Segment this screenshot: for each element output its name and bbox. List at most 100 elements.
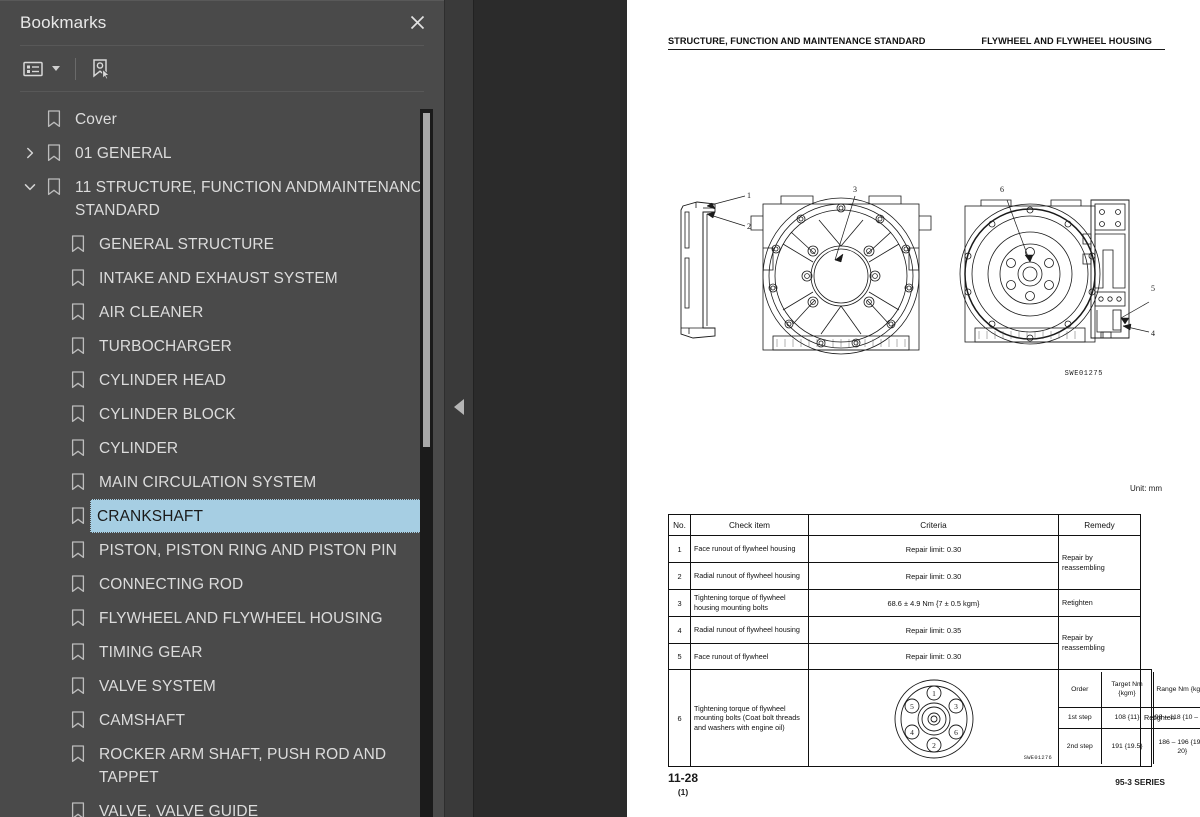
bookmark-icon bbox=[66, 499, 90, 525]
bookmark-tree[interactable]: Cover 01 GENERAL 11 STRUCTURE, FUNCTION AN… bbox=[0, 96, 444, 817]
bookmark-item-label: GENERAL STRUCTURE bbox=[99, 236, 275, 253]
bookmark-item-connecting-rod[interactable]: CONNECTING ROD bbox=[0, 567, 444, 601]
sub-col-order: Order bbox=[1059, 672, 1102, 708]
bookmark-item-label: VALVE SYSTEM bbox=[99, 678, 216, 695]
svg-text:2: 2 bbox=[747, 222, 751, 231]
svg-text:6: 6 bbox=[1000, 185, 1004, 194]
bookmark-item-valve-valve-guide[interactable]: VALVE, VALVE GUIDE bbox=[0, 794, 444, 817]
bookmark-item-label: INTAKE AND EXHAUST SYSTEM bbox=[99, 270, 338, 287]
twisty-placeholder bbox=[42, 431, 66, 442]
bookmark-icon bbox=[66, 601, 90, 627]
running-header-right: FLYWHEEL AND FLYWHEEL HOUSING bbox=[981, 36, 1152, 46]
triangle-left-icon[interactable] bbox=[454, 399, 464, 415]
twisty-placeholder bbox=[42, 363, 66, 374]
twisty-placeholder bbox=[42, 794, 66, 805]
twisty-placeholder bbox=[42, 737, 66, 748]
series-label: 95-3 SERIES bbox=[1115, 777, 1165, 787]
bookmark-icon bbox=[66, 465, 90, 491]
bookmark-icon bbox=[66, 567, 90, 593]
bookmark-item-piston-piston-ring-and-piston-pin[interactable]: PISTON, PISTON RING AND PISTON PIN bbox=[0, 533, 444, 567]
sub-cell-range: 186 – 196 {19 – 20} bbox=[1152, 728, 1200, 764]
twisty-placeholder bbox=[42, 499, 66, 510]
panel-splitter[interactable] bbox=[444, 0, 474, 817]
bookmark-icon bbox=[66, 431, 90, 457]
cell-criteria: Repair limit: 0.35 bbox=[808, 616, 1059, 644]
bookmark-icon bbox=[66, 794, 90, 817]
bookmark-item-label: CRANKSHAFT bbox=[90, 499, 426, 533]
bookmark-item-rocker-arm-shaft-push-rod-and-tappet[interactable]: ROCKER ARM SHAFT, PUSH ROD AND TAPPET bbox=[0, 737, 444, 794]
chevron-down-icon[interactable] bbox=[52, 66, 60, 71]
list-options-icon[interactable] bbox=[20, 54, 46, 84]
table-header-row: No. Check item Criteria Remedy bbox=[668, 514, 1152, 536]
svg-text:2: 2 bbox=[932, 741, 936, 750]
cell-no: 4 bbox=[668, 616, 691, 644]
cell-item: Tightening torque of flywheel mounting b… bbox=[690, 669, 809, 767]
cell-no: 2 bbox=[668, 562, 691, 590]
bookmark-item-flywheel-and-flywheel-housing[interactable]: FLYWHEEL AND FLYWHEEL HOUSING bbox=[0, 601, 444, 635]
chevron-down-icon[interactable] bbox=[18, 170, 42, 193]
bookmark-item-label: 01 GENERAL bbox=[75, 145, 172, 162]
cell-criteria: Repair limit: 0.30 bbox=[808, 643, 1059, 670]
bookmark-item-label: AIR CLEANER bbox=[99, 304, 204, 321]
page-number-sub: (1) bbox=[677, 787, 689, 797]
table-row: 6 Tightening torque of flywheel mounting… bbox=[668, 669, 1200, 767]
bookmark-item-camshaft[interactable]: CAMSHAFT bbox=[0, 703, 444, 737]
side-profile-view bbox=[680, 195, 746, 339]
torque-subtable-cell: Order Target Nm {kgm} Range Nm {kgm} 1st… bbox=[1058, 669, 1200, 767]
bookmark-item-intake-and-exhaust-system[interactable]: INTAKE AND EXHAUST SYSTEM bbox=[0, 261, 444, 295]
twisty-placeholder bbox=[42, 533, 66, 544]
bookmark-item-general-structure[interactable]: GENERAL STRUCTURE bbox=[0, 227, 444, 261]
close-icon[interactable] bbox=[404, 10, 430, 36]
document-viewer[interactable]: STRUCTURE, FUNCTION AND MAINTENANCE STAN… bbox=[474, 0, 1200, 817]
bookmark-item-timing-gear[interactable]: TIMING GEAR bbox=[0, 635, 444, 669]
bookmark-item-cylinder-head[interactable]: CYLINDER HEAD bbox=[0, 363, 444, 397]
cell-no: 3 bbox=[668, 589, 691, 617]
twisty-placeholder bbox=[42, 227, 66, 238]
cell-item: Face runout of flywheel bbox=[690, 643, 809, 670]
bookmark-item-crankshaft[interactable]: CRANKSHAFT bbox=[0, 499, 444, 533]
bookmark-item-cylinder-block[interactable]: CYLINDER BLOCK bbox=[0, 397, 444, 431]
bookmark-item-label: TURBOCHARGER bbox=[99, 338, 232, 355]
cell-item: Radial runout of flywheel housing bbox=[690, 562, 809, 590]
twisty-placeholder bbox=[18, 102, 42, 113]
svg-text:1: 1 bbox=[747, 191, 751, 200]
bookmark-item-01-general[interactable]: 01 GENERAL bbox=[0, 136, 444, 170]
svg-text:4: 4 bbox=[910, 728, 914, 737]
bookmark-item-turbocharger[interactable]: TURBOCHARGER bbox=[0, 329, 444, 363]
maintenance-standard-table: No. Check item Criteria Remedy 1 Face ru… bbox=[668, 514, 1200, 767]
cell-item: Radial runout of flywheel housing bbox=[690, 616, 809, 644]
bookmark-item-valve-system[interactable]: VALVE SYSTEM bbox=[0, 669, 444, 703]
table-row: 4 Radial runout of flywheel housing Repa… bbox=[668, 616, 1152, 670]
bookmark-item-air-cleaner[interactable]: AIR CLEANER bbox=[0, 295, 444, 329]
subtable-header-row: Order Target Nm {kgm} Range Nm {kgm} bbox=[1059, 672, 1200, 708]
bookmark-item-main-circulation-system[interactable]: MAIN CIRCULATION SYSTEM bbox=[0, 465, 444, 499]
bookmark-item-11-structure-function-andmaintenance-standard[interactable]: 11 STRUCTURE, FUNCTION ANDMAINTENANCE ST… bbox=[0, 170, 444, 227]
bookmark-item-cylinder[interactable]: CYLINDER bbox=[0, 431, 444, 465]
svg-text:3: 3 bbox=[853, 185, 857, 194]
subtable-row: 2nd step 191 {19.5} 186 – 196 {19 – 20} bbox=[1059, 728, 1200, 764]
flywheel-housing-front-view bbox=[750, 195, 932, 355]
chevron-right-icon[interactable] bbox=[18, 136, 42, 159]
bookmarks-scrollbar[interactable] bbox=[420, 109, 433, 817]
col-no: No. bbox=[668, 514, 691, 536]
col-remedy: Remedy bbox=[1058, 514, 1141, 536]
new-bookmark-icon[interactable] bbox=[87, 54, 115, 84]
bookmark-item-label: CONNECTING ROD bbox=[99, 576, 244, 593]
bookmark-icon bbox=[66, 737, 90, 763]
cell-no: 1 bbox=[668, 535, 691, 563]
cross-section-view bbox=[1082, 199, 1150, 339]
scrollbar-thumb[interactable] bbox=[423, 113, 430, 447]
figure-code: SWE01275 bbox=[1064, 370, 1103, 378]
twisty-placeholder bbox=[42, 567, 66, 578]
cell-remedy: Repair by reassembling bbox=[1058, 535, 1141, 590]
cell-remedy: Retighten bbox=[1058, 589, 1141, 617]
bookmark-item-label: 11 STRUCTURE, FUNCTION ANDMAINTENANCE ST… bbox=[75, 179, 437, 219]
bookmark-item-cover[interactable]: Cover bbox=[0, 102, 444, 136]
svg-text:1: 1 bbox=[932, 689, 936, 698]
bookmark-item-label: CYLINDER bbox=[99, 440, 179, 457]
bookmark-icon bbox=[66, 261, 90, 287]
bookmark-item-label: CYLINDER HEAD bbox=[99, 372, 227, 389]
pdf-page: STRUCTURE, FUNCTION AND MAINTENANCE STAN… bbox=[627, 0, 1200, 817]
bookmark-icon bbox=[66, 703, 90, 729]
twisty-placeholder bbox=[42, 397, 66, 408]
